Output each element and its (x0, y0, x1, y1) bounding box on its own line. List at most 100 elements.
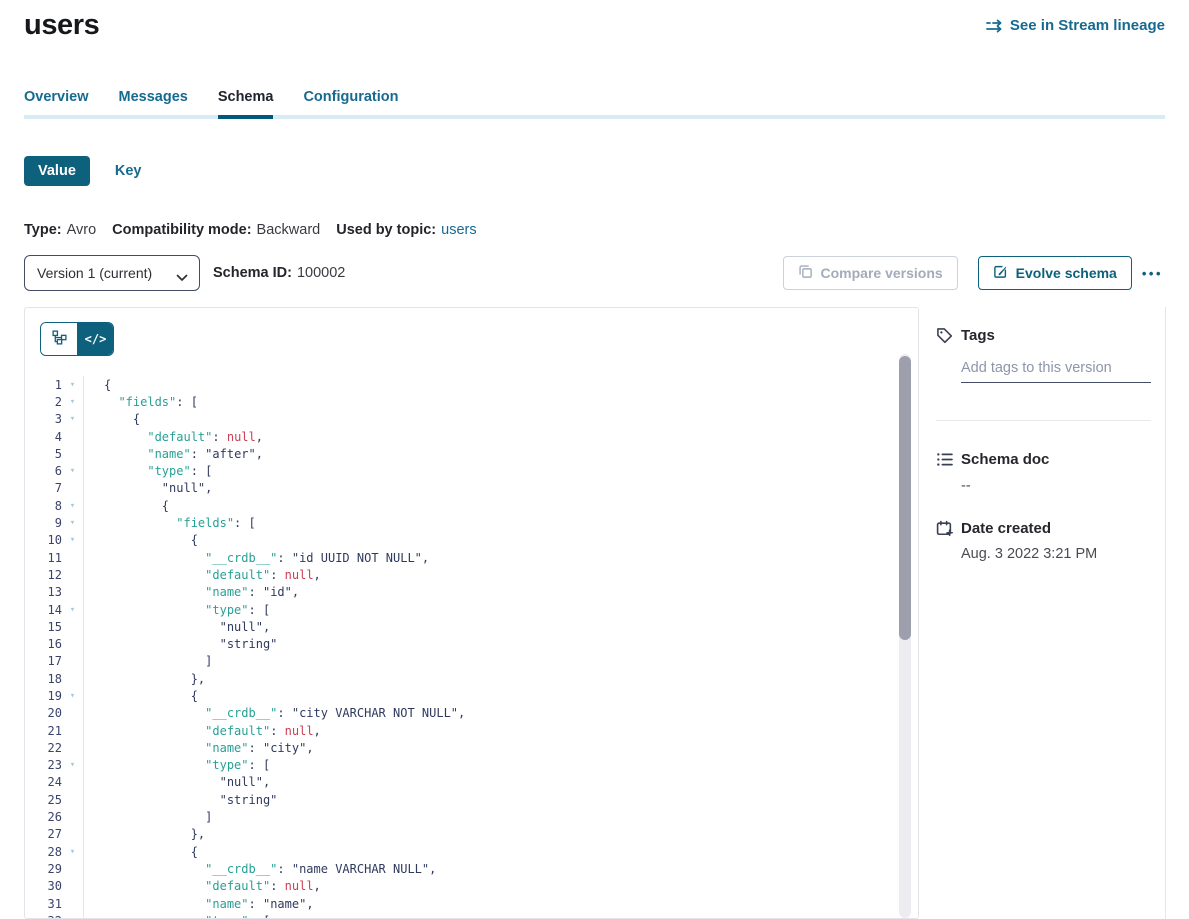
code-line: 29 "__crdb__": "name VARCHAR NULL", (25, 860, 918, 877)
line-number: 30 (25, 879, 62, 893)
token-punc: : (249, 585, 263, 599)
code-scrollbar-thumb[interactable] (899, 356, 911, 640)
schema-page: users See in Stream lineage Overview Mess… (0, 0, 1189, 919)
page-title: users (24, 9, 99, 42)
code-line-text: "null", (84, 775, 270, 789)
token-key: "default" (205, 724, 270, 738)
token-str: "city VARCHAR NOT NULL" (292, 706, 458, 720)
key-toggle-button[interactable]: Key (115, 163, 142, 179)
token-key: "__crdb__" (205, 551, 277, 565)
code-line: 4 "default": null, (25, 428, 918, 445)
token-punc: { (162, 499, 169, 513)
version-select[interactable]: Version 1 (current) (24, 255, 200, 291)
code-line: 7 "null", (25, 480, 918, 497)
token-key: "name" (205, 585, 248, 599)
token-punc: : [ (249, 758, 271, 772)
line-number: 21 (25, 724, 62, 738)
schema-meta-row: Type:Avro Compatibility mode:Backward Us… (24, 222, 1165, 238)
compare-versions-button[interactable]: Compare versions (783, 256, 958, 290)
line-number: 26 (25, 810, 62, 824)
code-line: 18 }, (25, 670, 918, 687)
line-number: 31 (25, 897, 62, 911)
code-line-text: "__crdb__": "name VARCHAR NULL", (84, 862, 436, 876)
fold-toggle-icon[interactable]: ▾ (62, 605, 83, 615)
schema-doc-title: Schema doc (961, 451, 1049, 468)
more-options-button[interactable]: ••• (1140, 262, 1165, 285)
token-key: "name" (205, 897, 248, 911)
code-line-text: { (84, 499, 169, 513)
token-punc: , (422, 551, 429, 565)
token-punc: : (249, 741, 263, 755)
token-punc: , (292, 585, 299, 599)
tab-messages[interactable]: Messages (119, 89, 188, 119)
token-punc: : [ (249, 914, 271, 919)
code-scrollbar-track[interactable] (899, 354, 911, 918)
token-punc: , (314, 724, 321, 738)
token-key: "default" (205, 879, 270, 893)
code-line: 6▾ "type": [ (25, 462, 918, 479)
token-null: null (285, 879, 314, 893)
schema-doc-heading: Schema doc (936, 451, 1151, 468)
line-number: 23 (25, 758, 62, 772)
date-created-title: Date created (961, 520, 1051, 537)
fold-toggle-icon[interactable]: ▾ (62, 414, 83, 424)
code-line: 5 "name": "after", (25, 445, 918, 462)
line-number: 13 (25, 585, 62, 599)
value-key-toggle: Value Key (24, 156, 1165, 186)
token-punc: , (263, 775, 270, 789)
code-line-text: "null", (84, 620, 270, 634)
token-key: "fields" (118, 395, 176, 409)
fold-toggle-icon[interactable]: ▾ (62, 466, 83, 476)
code-view-button[interactable]: </> (77, 323, 113, 355)
add-tags-input[interactable] (961, 356, 1151, 383)
code-line: 30 "default": null, (25, 878, 918, 895)
fold-toggle-icon[interactable]: ▾ (62, 518, 83, 528)
line-number: 7 (25, 481, 62, 495)
code-line-text: "type": [ (84, 464, 212, 478)
tab-schema[interactable]: Schema (218, 89, 274, 119)
compare-versions-label: Compare versions (821, 265, 943, 281)
code-line-text: }, (84, 672, 205, 686)
token-punc: , (429, 862, 436, 876)
token-punc: : (277, 551, 291, 565)
token-key: "name" (147, 447, 190, 461)
code-line: 27 }, (25, 826, 918, 843)
token-punc: , (256, 430, 263, 444)
token-punc: { (133, 412, 140, 426)
tab-overview[interactable]: Overview (24, 89, 89, 119)
line-number: 14 (25, 603, 62, 617)
evolve-schema-button[interactable]: Evolve schema (978, 256, 1132, 290)
fold-toggle-icon[interactable]: ▾ (62, 535, 83, 545)
code-line: 19▾ { (25, 687, 918, 704)
stream-lineage-link[interactable]: See in Stream lineage (985, 17, 1165, 34)
token-punc: : (277, 862, 291, 876)
token-punc: : [ (176, 395, 198, 409)
code-line: 24 "null", (25, 774, 918, 791)
tags-title: Tags (961, 327, 995, 344)
fold-toggle-icon[interactable]: ▾ (62, 847, 83, 857)
meta-compatibility: Compatibility mode:Backward (112, 222, 320, 238)
code-line: 15 "null", (25, 618, 918, 635)
fold-toggle-icon[interactable]: ▾ (62, 397, 83, 407)
token-null: null (285, 724, 314, 738)
fold-toggle-icon[interactable]: ▾ (62, 501, 83, 511)
value-toggle-button[interactable]: Value (24, 156, 90, 186)
line-number: 1 (25, 378, 62, 392)
topic-link[interactable]: users (441, 222, 476, 238)
tab-configuration[interactable]: Configuration (303, 89, 398, 119)
token-punc: : [ (249, 603, 271, 617)
token-key: "type" (205, 603, 248, 617)
code-line-text: "default": null, (84, 724, 321, 738)
fold-toggle-icon[interactable]: ▾ (62, 760, 83, 770)
code-line-text: "type": [ (84, 603, 270, 617)
token-punc: { (191, 845, 198, 859)
tree-view-button[interactable] (41, 323, 77, 355)
token-str: "name" (263, 897, 306, 911)
token-punc: , (314, 568, 321, 582)
code-line-text: "fields": [ (84, 395, 198, 409)
token-key: "default" (147, 430, 212, 444)
fold-toggle-icon[interactable]: ▾ (62, 380, 83, 390)
fold-toggle-icon[interactable]: ▾ (62, 691, 83, 701)
tab-bar: Overview Messages Schema Configuration (24, 89, 1165, 119)
code-line: 23▾ "type": [ (25, 757, 918, 774)
